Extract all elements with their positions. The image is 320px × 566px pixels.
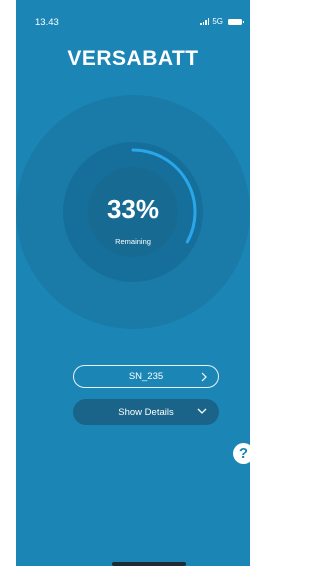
network-type: 5G: [212, 17, 223, 26]
chevron-right-icon: [201, 372, 207, 382]
status-time: 13.43: [35, 17, 59, 28]
status-bar: 13.43 5G: [16, 0, 250, 40]
help-icon[interactable]: ?: [233, 443, 250, 464]
chevron-down-icon: [197, 408, 207, 414]
app-screen: 13.43 5G VERSABATT 33% Remaining SN_235 …: [16, 0, 250, 566]
home-indicator: [112, 562, 186, 566]
battery-percent: 33%: [106, 194, 160, 224]
battery-icon: [228, 18, 244, 25]
show-details-label: Show Details: [118, 406, 174, 418]
battery-remaining-label: Remaining: [115, 237, 151, 246]
signal-icon: [199, 18, 210, 25]
status-indicators: 5G: [199, 17, 244, 26]
brand-logo: VERSABATT: [67, 47, 199, 70]
show-details-button[interactable]: Show Details: [73, 399, 219, 425]
device-serial-button[interactable]: SN_235: [73, 365, 219, 388]
device-serial-label: SN_235: [128, 371, 164, 382]
